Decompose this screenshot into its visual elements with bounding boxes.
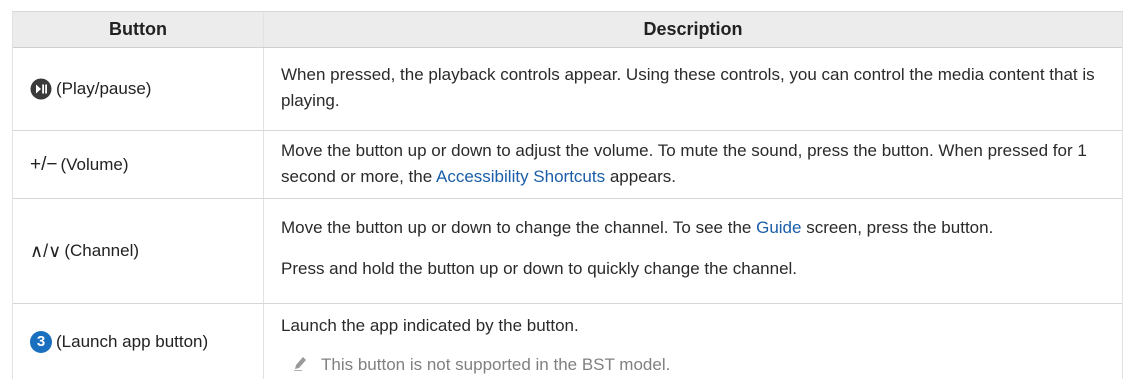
button-label: (Volume) — [60, 154, 129, 174]
header-description: Description — [643, 19, 743, 39]
button-cell-channel: ∧/∨ (Channel) — [13, 199, 263, 303]
button-cell-play-pause: (Play/pause) — [13, 48, 263, 130]
row-description: Move the button up or down to adjust the… — [281, 138, 1108, 190]
button-label: (Launch app button) — [56, 331, 209, 351]
row-description: Move the button up or down to change the… — [281, 215, 1108, 241]
table-header-row: Button Description — [13, 12, 1122, 48]
icon-number: 3 — [36, 332, 46, 350]
plus-minus-icon: +/− — [30, 153, 58, 175]
button-label: (Channel) — [64, 241, 140, 260]
table-row: ∧/∨ (Channel) Move the button up or down… — [13, 199, 1122, 304]
header-button: Button — [109, 19, 167, 39]
desc-text: Move the button up or down to change the… — [281, 218, 757, 237]
table-row: +/− (Volume) Move the button up or down … — [13, 131, 1122, 199]
table-row: (Play/pause) When pressed, the playback … — [13, 48, 1122, 131]
table-row: 3 (Launch app button) Launch the app ind… — [13, 304, 1122, 379]
row-description-secondary: Press and hold the button up or down to … — [281, 259, 798, 278]
desc-text: screen, press the button. — [801, 218, 994, 237]
button-cell-launch-app: 3 (Launch app button) — [13, 304, 263, 379]
note-text: This button is not supported in the BST … — [321, 355, 671, 374]
note: This button is not supported in the BST … — [293, 352, 1108, 379]
up-down-chevron-icon: ∧/∨ — [30, 240, 62, 261]
accessibility-shortcuts-link[interactable]: Accessibility Shortcuts — [436, 167, 605, 186]
guide-link[interactable]: Guide — [756, 218, 801, 237]
desc-text: appears. — [605, 167, 676, 186]
button-description-table: Button Description (Play/pause) When pre… — [12, 11, 1123, 379]
button-label: (Play/pause) — [56, 79, 152, 98]
row-description: When pressed, the playback controls appe… — [281, 65, 1095, 110]
button-cell-volume: +/− (Volume) — [13, 131, 263, 198]
number-3-icon: 3 — [30, 330, 52, 353]
play-pause-icon — [30, 78, 52, 100]
pencil-icon — [293, 353, 309, 379]
desc-text: Move the button up or down to adjust the… — [281, 141, 1087, 186]
row-description: Launch the app indicated by the button. — [281, 316, 579, 335]
